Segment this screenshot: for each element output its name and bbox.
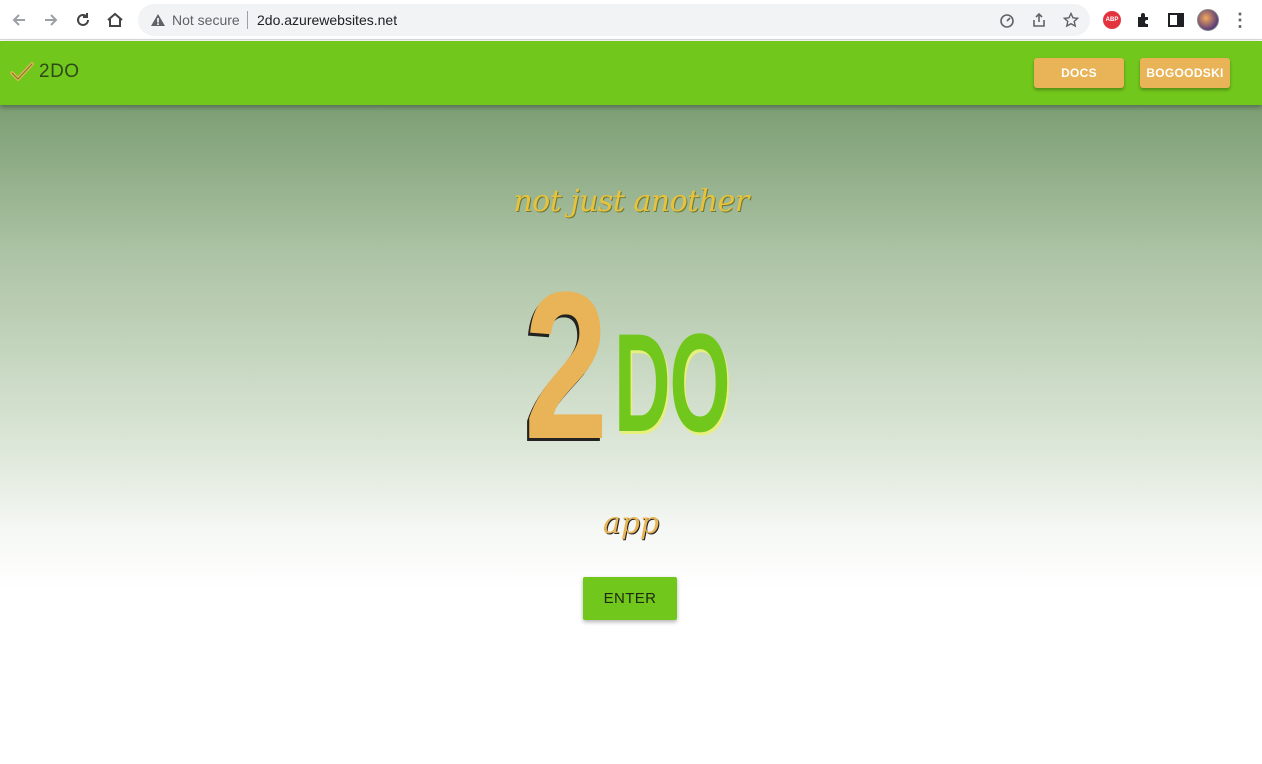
user-button[interactable]: BOGOODSKI xyxy=(1140,58,1230,88)
page-content: 2DO DOCS BOGOODSKI not just another 2 DO… xyxy=(0,41,1262,764)
home-button[interactable] xyxy=(102,7,128,33)
forward-arrow-icon xyxy=(45,14,58,26)
browser-menu-button[interactable]: ⋮ xyxy=(1228,8,1252,32)
warning-icon xyxy=(151,14,165,26)
checkmark-icon xyxy=(10,62,34,81)
app-header: 2DO DOCS BOGOODSKI xyxy=(0,41,1262,105)
share-icon[interactable] xyxy=(1029,10,1049,30)
url-text[interactable]: 2do.azurewebsites.net xyxy=(257,12,397,28)
profile-button[interactable] xyxy=(1196,8,1220,32)
hero-subtag: app xyxy=(602,506,660,541)
back-arrow-icon xyxy=(12,14,25,26)
address-bar[interactable]: Not secure 2do.azurewebsites.net xyxy=(138,4,1090,36)
bookmark-star-icon[interactable] xyxy=(1061,10,1081,30)
hero-tagline: not just another xyxy=(513,184,749,219)
reload-icon xyxy=(77,13,89,26)
forward-button[interactable] xyxy=(38,7,64,33)
performance-icon[interactable] xyxy=(997,10,1017,30)
back-button[interactable] xyxy=(6,7,32,33)
adblock-plus-icon: ABP xyxy=(1103,11,1121,29)
adblock-plus-extension[interactable]: ABP xyxy=(1100,8,1124,32)
brand-title: 2DO xyxy=(39,61,80,82)
side-panel-button[interactable] xyxy=(1164,8,1188,32)
logo-do: DO xyxy=(614,304,730,461)
puzzle-icon xyxy=(1138,13,1148,27)
logo-two: 2 xyxy=(524,248,608,483)
avatar xyxy=(1197,9,1219,31)
omnibox-divider xyxy=(247,11,248,29)
docs-button[interactable]: DOCS xyxy=(1034,58,1124,88)
enter-button[interactable]: ENTER xyxy=(583,577,677,620)
brand-link[interactable]: 2DO xyxy=(10,61,80,83)
kebab-menu-icon: ⋮ xyxy=(1231,10,1249,30)
reload-button[interactable] xyxy=(70,7,96,33)
side-panel-icon xyxy=(1168,13,1184,27)
browser-toolbar: Not secure 2do.azurewebsites.net ABP ⋮ xyxy=(0,0,1262,40)
home-icon xyxy=(107,12,123,27)
extensions-button[interactable] xyxy=(1132,8,1156,32)
hero-logo: 2 DO xyxy=(524,248,744,483)
security-status[interactable]: Not secure xyxy=(172,12,240,28)
